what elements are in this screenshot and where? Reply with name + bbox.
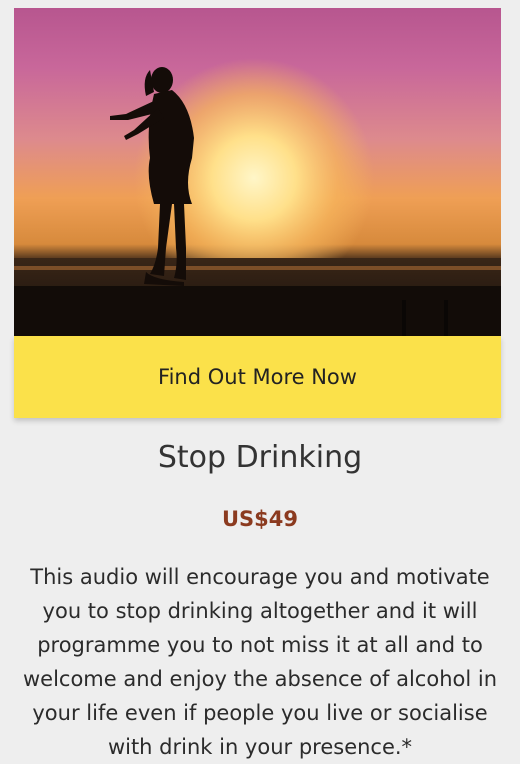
product-description: This audio will encourage you and motiva…: [22, 565, 498, 759]
find-out-more-button[interactable]: Find Out More Now: [14, 336, 501, 418]
product-card: Find Out More Now: [14, 8, 501, 418]
product-price: US$49: [221, 507, 298, 531]
product-title: Stop Drinking: [157, 440, 363, 475]
product-image[interactable]: [14, 8, 501, 336]
sunset-silhouette-illustration: [14, 58, 501, 336]
